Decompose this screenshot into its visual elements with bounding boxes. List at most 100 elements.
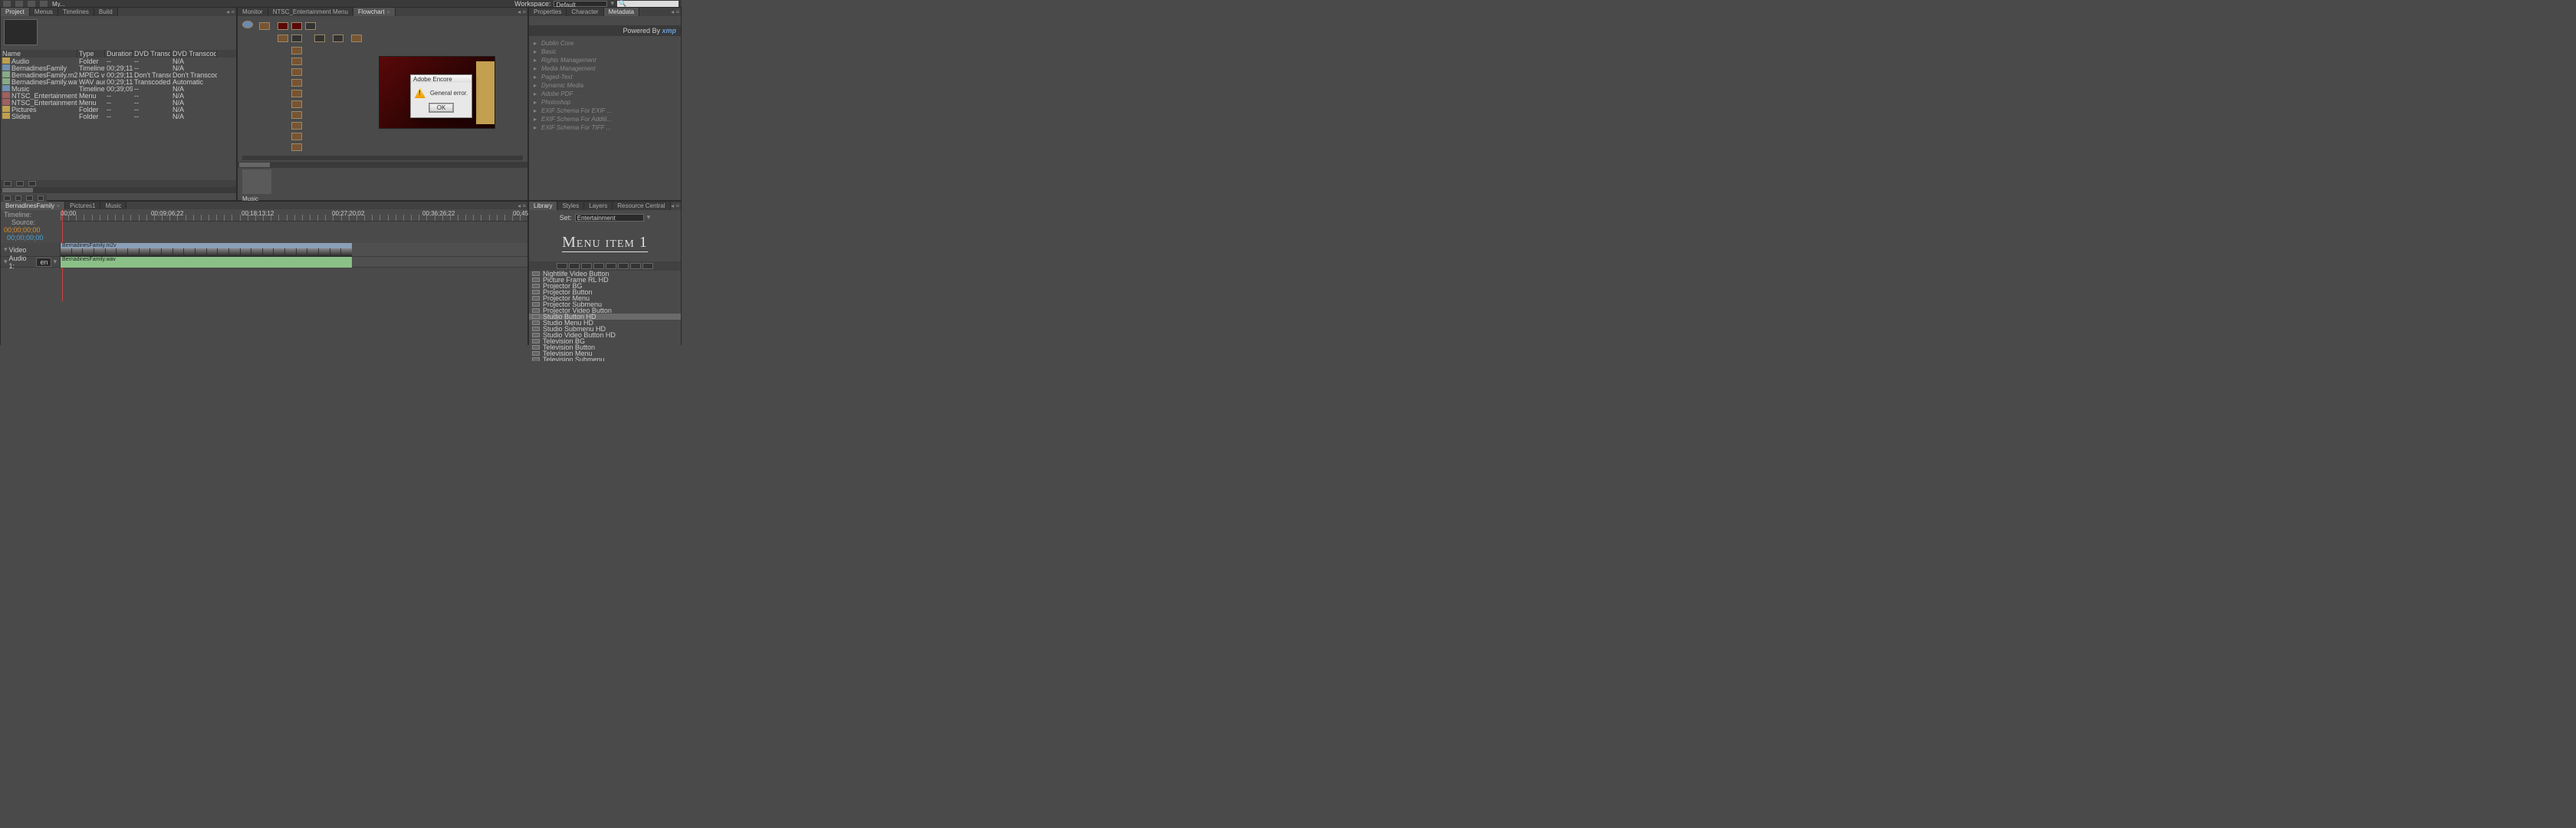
- new-item-icon[interactable]: [16, 181, 24, 186]
- flowchart-node[interactable]: [291, 34, 302, 42]
- tab-layers[interactable]: Layers: [584, 202, 613, 210]
- flowchart-node[interactable]: [291, 22, 302, 30]
- flowchart-node[interactable]: [291, 47, 302, 54]
- tab-music[interactable]: Music: [100, 202, 127, 210]
- flowchart-node[interactable]: [291, 122, 302, 130]
- tab-ntsc-entertainment-menu[interactable]: NTSC_Entertainment Menu: [268, 8, 353, 16]
- metadata-tree[interactable]: Dublin CoreBasicRights ManagementMedia M…: [529, 36, 681, 135]
- flowchart-disc-icon[interactable]: [242, 21, 253, 28]
- metadata-section[interactable]: Basic: [532, 48, 678, 56]
- delete-icon[interactable]: [28, 181, 36, 186]
- ok-button[interactable]: OK: [429, 103, 455, 113]
- metadata-section[interactable]: Dynamic Media: [532, 81, 678, 90]
- tool-icon[interactable]: [40, 1, 48, 7]
- project-columns[interactable]: NameTypeDurationDVD Transcode StDVD Tran…: [1, 50, 236, 58]
- flowchart-node[interactable]: [259, 22, 270, 30]
- tl-tool-icon[interactable]: [26, 196, 33, 201]
- search-input[interactable]: 🔍: [617, 1, 678, 7]
- tab-timelines[interactable]: Timelines: [58, 8, 94, 16]
- lib-filter-icon[interactable]: [630, 263, 641, 269]
- metadata-section[interactable]: EXIF Schema For Additi...: [532, 115, 678, 123]
- panel-menu-icon[interactable]: ◂ ≡: [226, 8, 235, 15]
- timeline-position[interactable]: 00;00;00;00: [4, 226, 41, 234]
- tab-styles[interactable]: Styles: [557, 202, 584, 210]
- column-header[interactable]: Type: [77, 50, 105, 58]
- metadata-section[interactable]: EXIF Schema For EXIF ...: [532, 107, 678, 115]
- workspace-select[interactable]: Default: [554, 1, 607, 7]
- tab-metadata[interactable]: Metadata: [604, 8, 639, 16]
- flowchart-node[interactable]: [291, 90, 302, 97]
- flowchart-node[interactable]: [278, 34, 288, 42]
- library-item[interactable]: Television Submenu: [529, 356, 681, 361]
- tab-bernadinesfamily[interactable]: BernadinesFamily×: [1, 202, 65, 210]
- tab-flowchart[interactable]: Flowchart×: [353, 8, 396, 16]
- tool-icon[interactable]: My...: [52, 1, 65, 7]
- audio-clip[interactable]: BernadinesFamily.wav: [61, 257, 352, 268]
- tab-project[interactable]: Project: [1, 8, 30, 16]
- metadata-section[interactable]: Photoshop: [532, 98, 678, 107]
- tl-tool-icon[interactable]: [4, 196, 11, 201]
- lib-filter-icon[interactable]: [569, 263, 580, 269]
- lib-filter-icon[interactable]: [618, 263, 629, 269]
- tool-icon[interactable]: [28, 1, 35, 7]
- flowchart-node[interactable]: [351, 34, 362, 42]
- tl-tool-icon[interactable]: [38, 196, 44, 201]
- tab-build[interactable]: Build: [94, 8, 118, 16]
- flowchart-node[interactable]: [278, 22, 288, 30]
- filter-icon[interactable]: [4, 181, 12, 186]
- lib-filter-icon[interactable]: [606, 263, 616, 269]
- audio-track-header[interactable]: ▾Audio 1: en ▾: [1, 257, 61, 267]
- lib-filter-icon[interactable]: [581, 263, 592, 269]
- tab-menus[interactable]: Menus: [30, 8, 58, 16]
- tl-tool-icon[interactable]: [15, 196, 22, 201]
- lib-filter-icon[interactable]: [557, 263, 567, 269]
- project-row[interactable]: SlidesFolder----N/A: [1, 113, 236, 120]
- video-clip-thumbs[interactable]: [61, 248, 352, 257]
- metadata-section[interactable]: Adobe PDF: [532, 90, 678, 98]
- column-header[interactable]: Duration: [105, 50, 133, 58]
- column-header[interactable]: DVD Transcode St: [133, 50, 171, 58]
- orphan-thumbnail[interactable]: [242, 169, 271, 194]
- close-icon[interactable]: ×: [387, 10, 390, 15]
- tab-properties[interactable]: Properties: [529, 8, 567, 16]
- close-icon[interactable]: ×: [57, 204, 60, 209]
- metadata-section[interactable]: Paged-Text: [532, 73, 678, 81]
- flowchart-node[interactable]: [291, 133, 302, 140]
- tab-resource-central[interactable]: Resource Central: [613, 202, 670, 210]
- video-clip[interactable]: BernadinesFamily.m2v: [61, 243, 352, 248]
- flowchart-node[interactable]: [291, 58, 302, 65]
- panel-menu-icon[interactable]: ◂ ≡: [671, 202, 679, 209]
- metadata-section[interactable]: EXIF Schema For TIFF ...: [532, 123, 678, 132]
- panel-menu-icon[interactable]: ◂ ≡: [518, 202, 526, 209]
- lib-filter-icon[interactable]: [642, 263, 653, 269]
- tool-icon[interactable]: [3, 1, 11, 7]
- panel-menu-icon[interactable]: ◂ ≡: [671, 8, 679, 15]
- source-position[interactable]: 00;00;00;00: [7, 234, 44, 242]
- metadata-section[interactable]: Dublin Core: [532, 39, 678, 48]
- panel-menu-icon[interactable]: ◂ ≡: [518, 8, 526, 15]
- flowchart-node[interactable]: [291, 100, 302, 108]
- flowchart-node[interactable]: [305, 22, 316, 30]
- flowchart-canvas[interactable]: [238, 16, 527, 154]
- set-select[interactable]: Entertainment: [575, 214, 644, 222]
- flowchart-node[interactable]: [314, 34, 325, 42]
- flowchart-zoom-slider[interactable]: [242, 156, 523, 160]
- tab-character[interactable]: Character: [567, 8, 603, 16]
- flowchart-node[interactable]: [291, 143, 302, 151]
- flowchart-node[interactable]: [333, 34, 343, 42]
- flowchart-node[interactable]: [291, 111, 302, 119]
- flowchart-node[interactable]: [291, 79, 302, 87]
- library-list[interactable]: Nightlife Video ButtonPicture Frame RL H…: [529, 271, 681, 361]
- metadata-section[interactable]: Rights Management: [532, 56, 678, 64]
- project-list[interactable]: AudioFolder----N/ABernadinesFamilyTimeli…: [1, 58, 236, 120]
- flowchart-node[interactable]: [291, 68, 302, 76]
- tab-library[interactable]: Library: [529, 202, 557, 210]
- column-header[interactable]: Name: [1, 50, 77, 58]
- tool-icon[interactable]: [15, 1, 23, 7]
- metadata-section[interactable]: Media Management: [532, 64, 678, 73]
- timeline-ruler[interactable]: 00;0000;09;06;2200;18;13;1200;27;20;0200…: [61, 209, 527, 222]
- column-header[interactable]: DVD Transcode Settings: [171, 50, 217, 58]
- project-hscroll[interactable]: [1, 187, 236, 193]
- audio-lang-select[interactable]: en: [36, 258, 51, 267]
- tab-pictures1[interactable]: Pictures1: [65, 202, 100, 210]
